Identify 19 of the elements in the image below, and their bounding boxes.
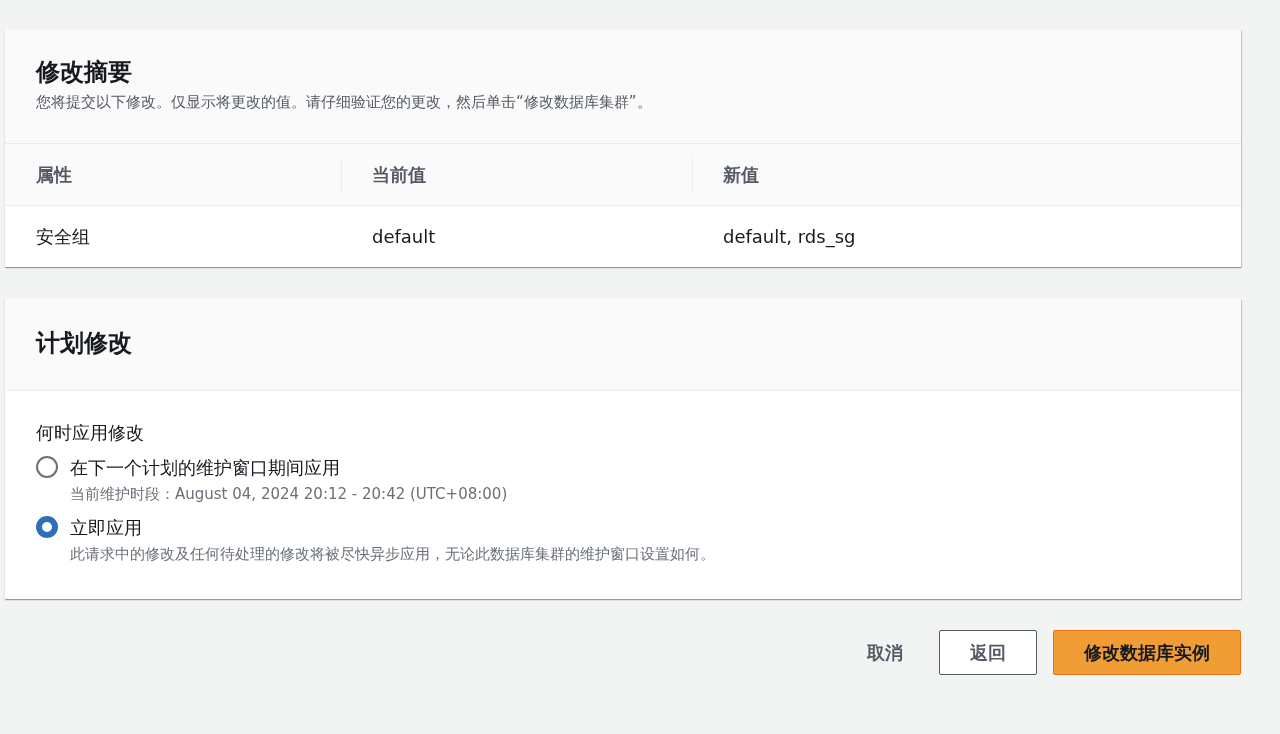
panel-description: 您将提交以下修改。仅显示将更改的值。请仔细验证您的更改，然后单击“修改数据库集群”。 — [36, 91, 653, 113]
cancel-link[interactable]: 取消 — [847, 631, 923, 675]
column-header: 新值 — [692, 144, 1241, 207]
radio-button[interactable] — [36, 456, 58, 479]
column-header: 属性 — [5, 144, 341, 207]
option-description: 当前维护时段：August 04, 2024 20:12 - 20:42 (UTC+08:00) — [70, 484, 508, 506]
table-cell-text: 安全组 — [35, 225, 91, 250]
column-header: 当前值 — [341, 144, 692, 207]
radio-label: 在下一个计划的维护窗口期间应用 — [70, 456, 341, 481]
radio-label: 立即应用 — [70, 515, 143, 540]
submit-button[interactable]: 修改数据库实例 — [1053, 630, 1241, 676]
table-cell-text: default, rds_sg — [722, 225, 857, 250]
panel-title: 修改摘要 — [36, 58, 133, 87]
panel-title: 计划修改 — [36, 329, 133, 359]
option-description: 此请求中的修改及任何待处理的修改将被尽快异步应用，无论此数据库集群的维护窗口设置如何。 — [70, 543, 715, 565]
field-label: 何时应用修改 — [36, 421, 145, 446]
radio-button[interactable] — [36, 515, 58, 538]
back-button[interactable]: 返回 — [939, 630, 1037, 676]
table-cell-text: default — [371, 225, 437, 250]
